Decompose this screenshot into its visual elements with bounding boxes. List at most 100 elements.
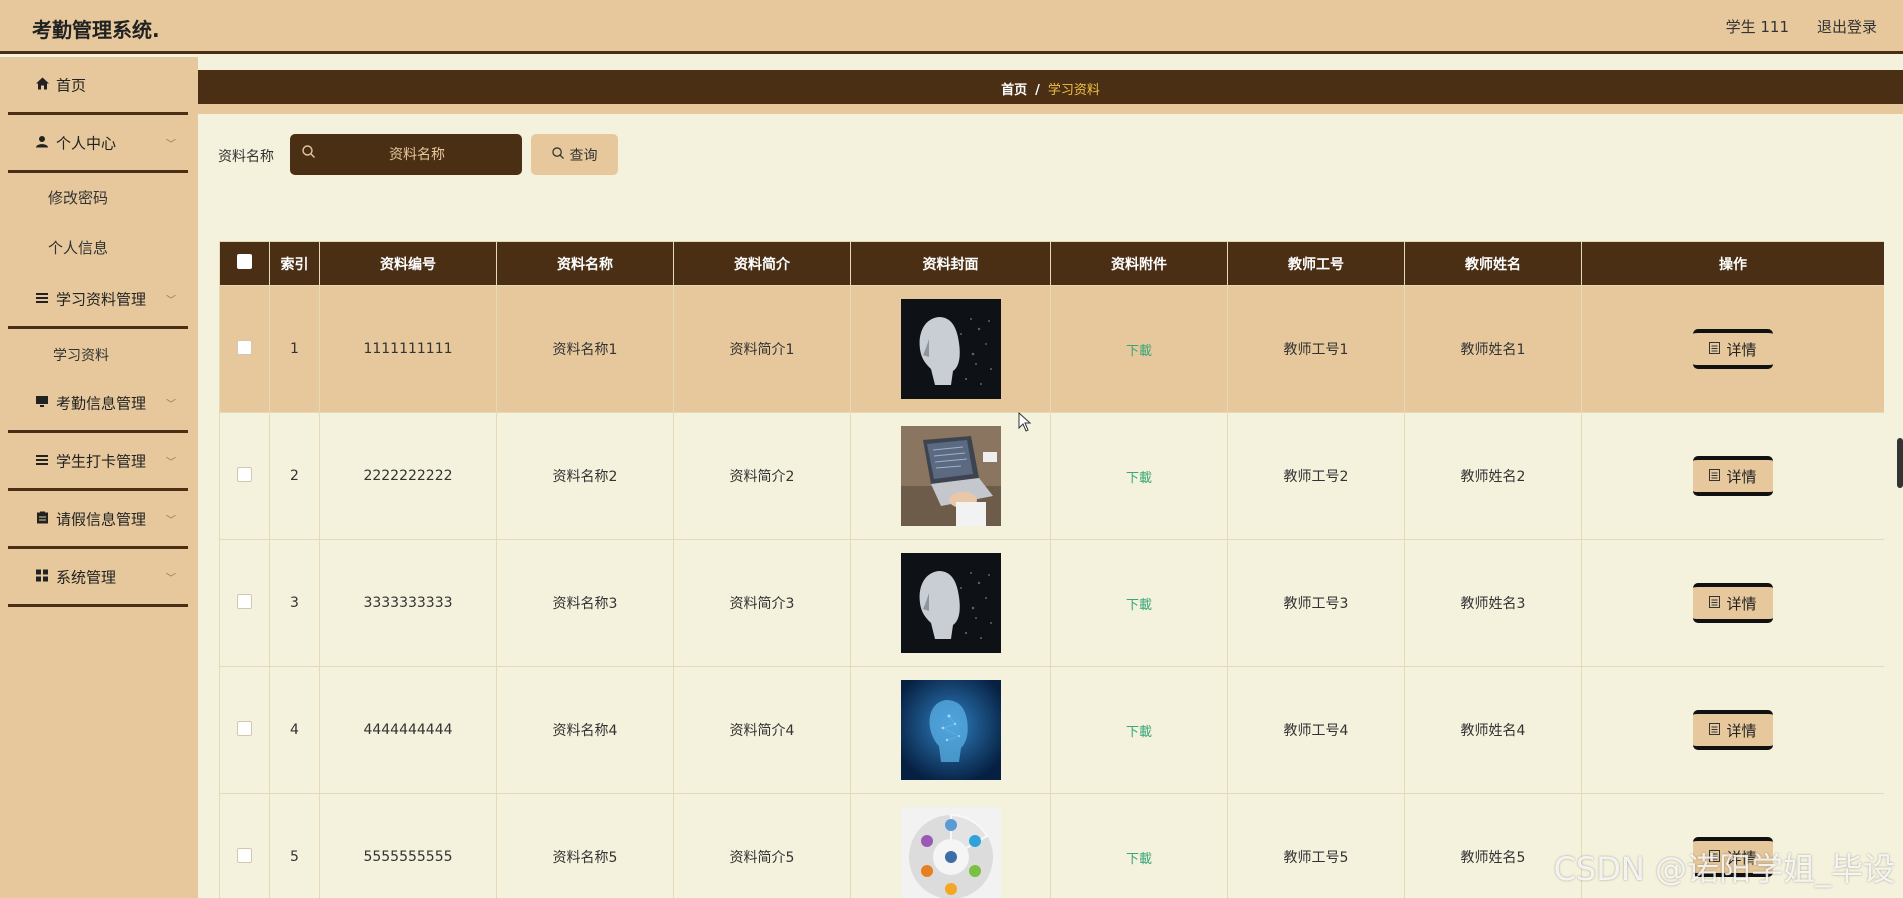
cell-index: 5 bbox=[269, 793, 320, 898]
row-select-cell bbox=[219, 666, 270, 794]
sidebar-item-study-material[interactable]: 学习资料 bbox=[53, 345, 109, 365]
download-link[interactable]: 下載 bbox=[1126, 344, 1152, 359]
watermark: CSDN @诺阳学姐_毕设 bbox=[1553, 850, 1895, 888]
cell-teacher-name: 教师姓名3 bbox=[1404, 539, 1582, 667]
chevron-down-icon: ﹀ bbox=[166, 295, 176, 306]
cell-intro: 资料简介3 bbox=[673, 539, 851, 667]
detail-button-label: 详情 bbox=[1726, 594, 1757, 613]
cell-index: 3 bbox=[269, 539, 320, 667]
detail-button[interactable]: 详情 bbox=[1693, 710, 1773, 750]
cover-image-ai-blue bbox=[900, 680, 1001, 780]
sidebar-label-personal-center: 个人中心 bbox=[56, 134, 117, 152]
home-icon bbox=[34, 77, 50, 92]
download-link[interactable]: 下載 bbox=[1126, 852, 1152, 867]
detail-button[interactable]: 详情 bbox=[1693, 583, 1773, 623]
detail-button-label: 详情 bbox=[1726, 721, 1757, 740]
cell-attachment: 下載 bbox=[1050, 666, 1228, 794]
table-row: 4 4444444444 资料名称4 资料简介4 下載 教师工号4 教师姓名4 … bbox=[219, 666, 1884, 794]
cell-teacher-name: 教师姓名4 bbox=[1404, 666, 1582, 794]
cell-name: 资料名称2 bbox=[496, 412, 674, 540]
sidebar-item-attendance-mgmt[interactable]: 考勤信息管理 ﹀ bbox=[8, 375, 188, 433]
breadcrumb-home[interactable]: 首页 bbox=[1001, 83, 1027, 98]
detail-button[interactable]: 详情 bbox=[1693, 456, 1773, 496]
scrollbar-thumb[interactable] bbox=[1897, 438, 1903, 488]
current-user: 学生 111 bbox=[1725, 18, 1789, 36]
app-title: 考勤管理系统. bbox=[32, 18, 160, 42]
cell-intro: 资料简介4 bbox=[673, 666, 851, 794]
cell-actions: 详情 bbox=[1581, 539, 1884, 667]
cell-teacher-no: 教师工号4 bbox=[1227, 666, 1405, 794]
row-select-cell bbox=[219, 793, 270, 898]
cell-teacher-name: 教师姓名1 bbox=[1404, 285, 1582, 413]
cell-code: 2222222222 bbox=[319, 412, 497, 540]
sidebar-label-home: 首页 bbox=[56, 76, 87, 94]
detail-button-label: 详情 bbox=[1726, 467, 1757, 486]
row-checkbox[interactable] bbox=[237, 847, 252, 863]
search-icon bbox=[551, 146, 564, 163]
cell-actions: 详情 bbox=[1581, 666, 1884, 794]
cell-attachment: 下載 bbox=[1050, 412, 1228, 540]
cell-cover bbox=[850, 793, 1051, 898]
list-icon bbox=[34, 292, 50, 306]
sidebar-item-checkin-mgmt[interactable]: 学生打卡管理 ﹀ bbox=[8, 433, 188, 491]
col-header-code: 资料编号 bbox=[319, 241, 497, 286]
breadcrumb-current: 学习资料 bbox=[1047, 83, 1100, 98]
breadcrumb-bar: 首页 / 学习资料 bbox=[198, 70, 1903, 114]
row-checkbox[interactable] bbox=[237, 339, 252, 355]
detail-button[interactable]: 详情 bbox=[1693, 329, 1773, 369]
cover-image-laptop bbox=[900, 426, 1001, 526]
table-header-row: 索引 资料编号 资料名称 资料简介 资料封面 资料附件 教师工号 教师姓名 操作 bbox=[219, 241, 1884, 286]
document-icon bbox=[1709, 721, 1721, 739]
search-button[interactable]: 查询 bbox=[531, 134, 618, 175]
material-table: 索引 资料编号 资料名称 资料简介 资料封面 资料附件 教师工号 教师姓名 操作… bbox=[219, 241, 1884, 898]
sidebar: 首页 个人中心 ﹀ 修改密码 个人信息 学习资料管理 ﹀ 学习资料 考勤信息管理… bbox=[0, 57, 198, 898]
cell-actions: 详情 bbox=[1581, 285, 1884, 413]
sidebar-item-personal-info[interactable]: 个人信息 bbox=[48, 237, 108, 258]
cell-code: 4444444444 bbox=[319, 666, 497, 794]
cell-teacher-no: 教师工号3 bbox=[1227, 539, 1405, 667]
download-link[interactable]: 下載 bbox=[1126, 471, 1152, 486]
col-header-index: 索引 bbox=[269, 241, 320, 286]
search-box bbox=[290, 134, 522, 175]
document-icon bbox=[1709, 594, 1721, 612]
sidebar-label-system-mgmt: 系统管理 bbox=[56, 568, 117, 586]
cell-intro: 资料简介5 bbox=[673, 793, 851, 898]
cover-image-diagram bbox=[900, 807, 1001, 898]
cell-index: 4 bbox=[269, 666, 320, 794]
sidebar-label-checkin-mgmt: 学生打卡管理 bbox=[56, 452, 147, 470]
cell-teacher-no: 教师工号2 bbox=[1227, 412, 1405, 540]
logout-link[interactable]: 退出登录 bbox=[1817, 16, 1877, 37]
list-icon bbox=[34, 454, 50, 468]
mouse-cursor-icon bbox=[1018, 412, 1032, 432]
col-header-teacher-name: 教师姓名 bbox=[1404, 241, 1582, 286]
chevron-down-icon: ﹀ bbox=[166, 457, 176, 468]
row-checkbox[interactable] bbox=[237, 593, 252, 609]
document-icon bbox=[1709, 467, 1721, 485]
cell-intro: 资料简介2 bbox=[673, 412, 851, 540]
breadcrumb-separator: / bbox=[1035, 83, 1040, 98]
row-checkbox[interactable] bbox=[237, 466, 252, 482]
select-all-checkbox[interactable] bbox=[237, 254, 252, 269]
clipboard-icon bbox=[34, 511, 50, 526]
table-row: 2 2222222222 资料名称2 资料简介2 下載 教师工号2 教师姓名2 … bbox=[219, 412, 1884, 540]
sidebar-item-leave-mgmt[interactable]: 请假信息管理 ﹀ bbox=[8, 491, 188, 549]
cell-attachment: 下載 bbox=[1050, 285, 1228, 413]
download-link[interactable]: 下載 bbox=[1126, 598, 1152, 613]
search-input[interactable] bbox=[322, 134, 512, 175]
cell-cover bbox=[850, 285, 1051, 413]
cell-code: 3333333333 bbox=[319, 539, 497, 667]
cell-code: 1111111111 bbox=[319, 285, 497, 413]
sidebar-item-home[interactable]: 首页 bbox=[8, 57, 188, 115]
sidebar-item-system-mgmt[interactable]: 系统管理 ﹀ bbox=[8, 549, 188, 607]
table-row: 3 3333333333 资料名称3 资料简介3 下載 教师工号3 教师姓名3 bbox=[219, 539, 1884, 667]
sidebar-item-personal-center[interactable]: 个人中心 ﹀ bbox=[8, 115, 188, 173]
user-icon bbox=[34, 135, 50, 150]
sidebar-item-change-password[interactable]: 修改密码 bbox=[48, 187, 108, 208]
row-checkbox[interactable] bbox=[237, 720, 252, 736]
cell-cover bbox=[850, 539, 1051, 667]
chevron-down-icon: ﹀ bbox=[166, 515, 176, 526]
download-link[interactable]: 下載 bbox=[1126, 725, 1152, 740]
cell-attachment: 下載 bbox=[1050, 793, 1228, 898]
sidebar-item-study-material-mgmt[interactable]: 学习资料管理 ﹀ bbox=[8, 271, 188, 329]
col-header-actions: 操作 bbox=[1581, 241, 1884, 286]
